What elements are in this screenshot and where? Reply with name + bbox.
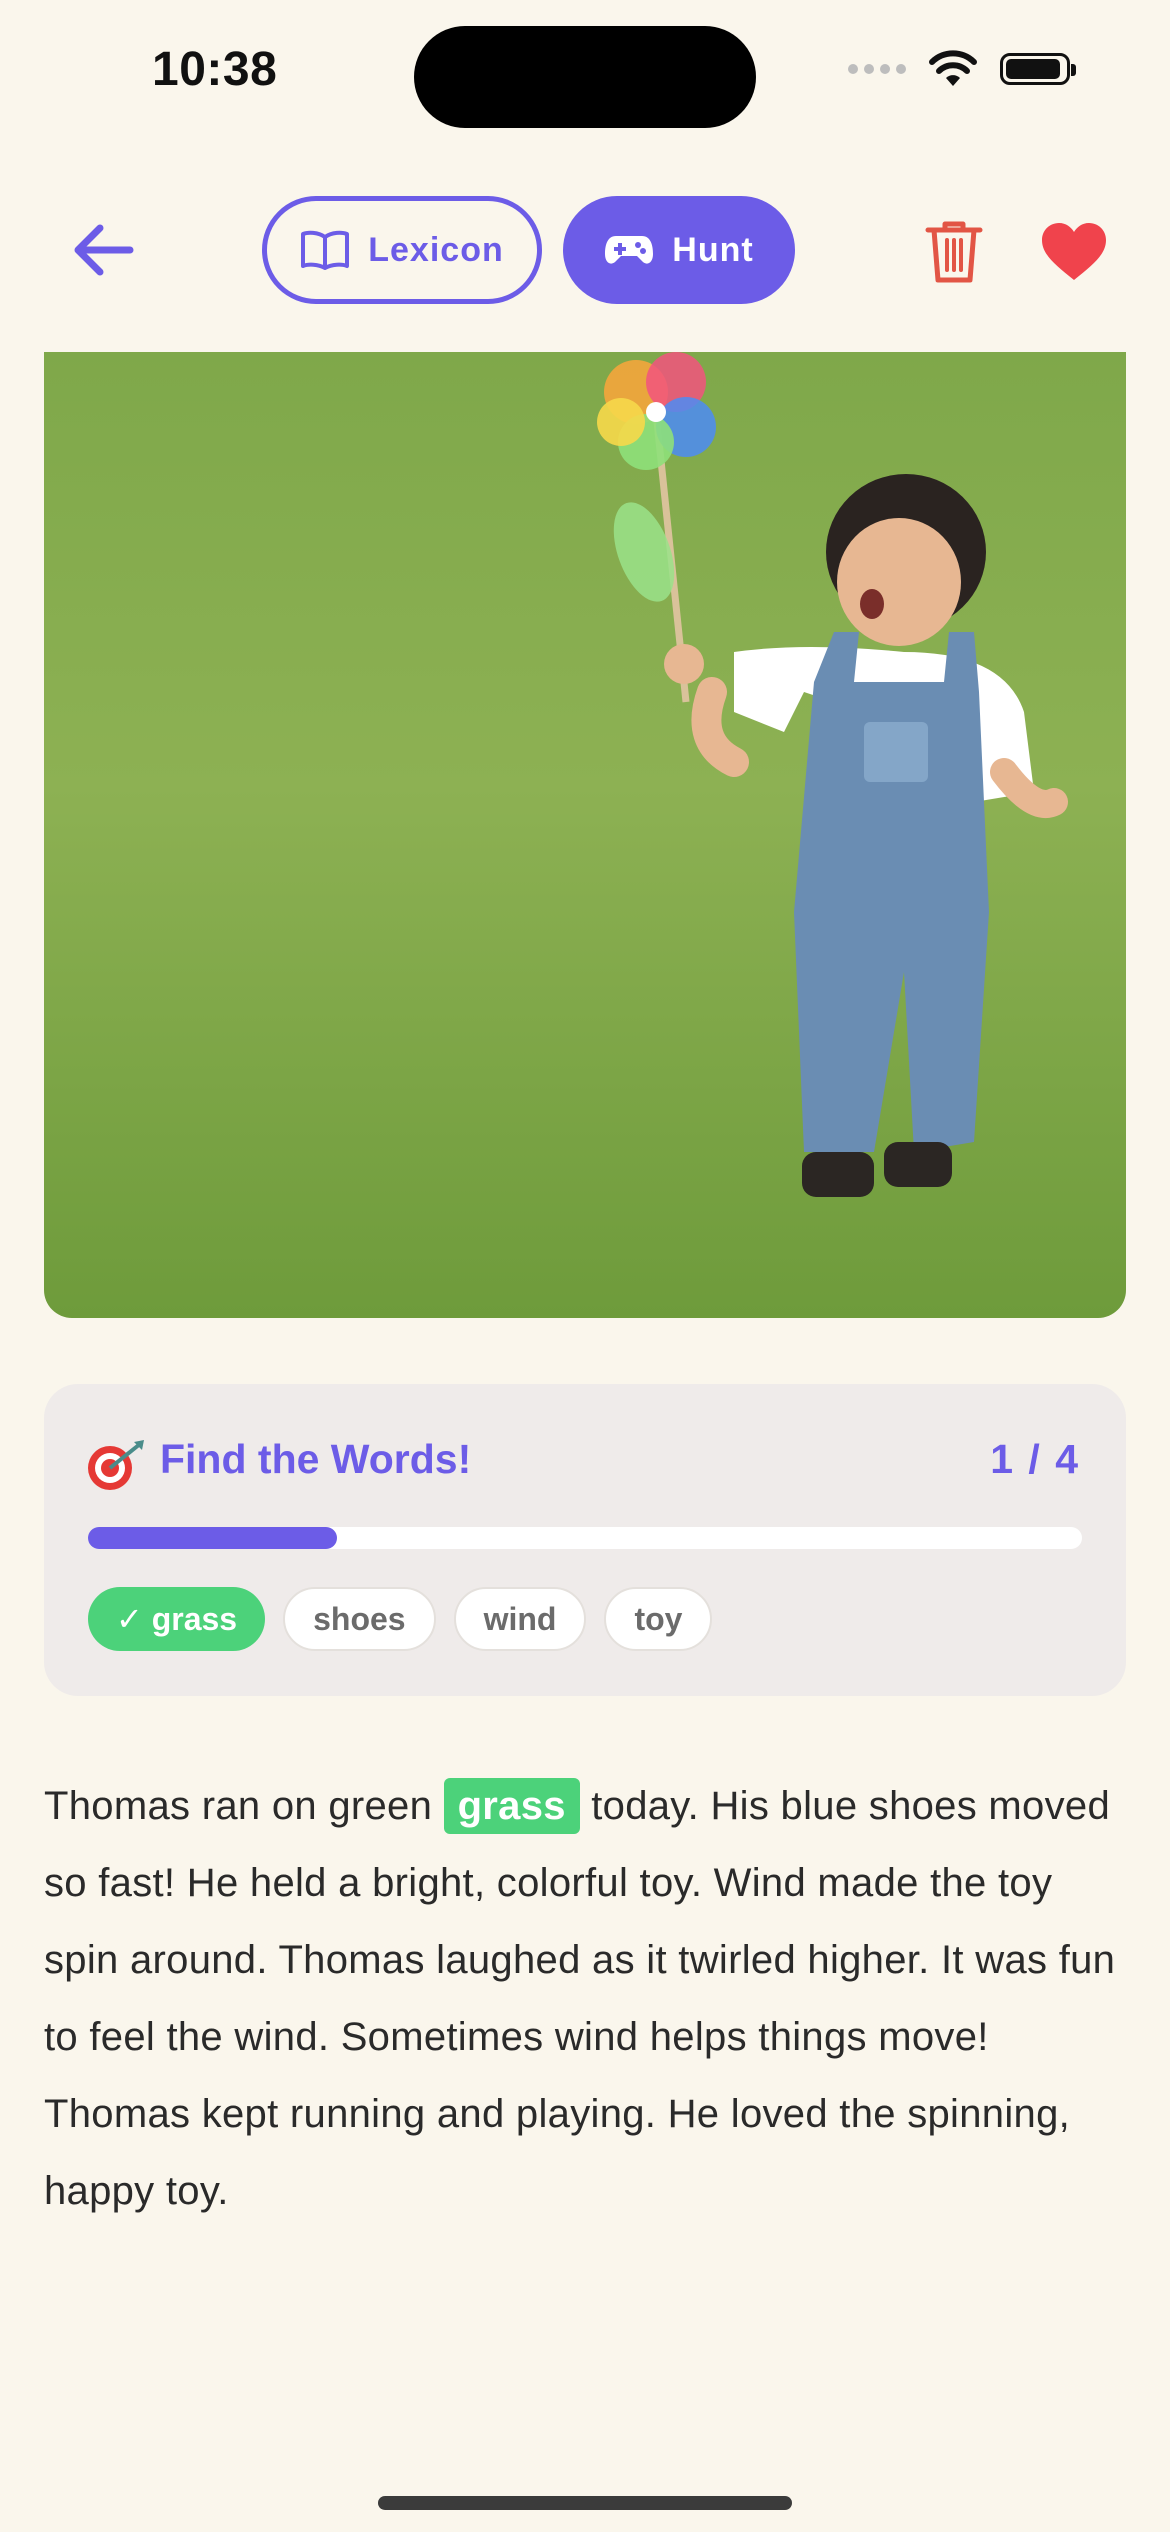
- back-arrow-icon[interactable]: [70, 220, 136, 280]
- highlighted-word[interactable]: grass: [443, 1778, 580, 1834]
- word-chip[interactable]: shoes: [283, 1587, 436, 1651]
- story-text-before: Thomas ran on green: [44, 1784, 433, 1828]
- word-chip[interactable]: wind: [453, 1587, 587, 1651]
- lexicon-tab[interactable]: Lexicon: [262, 196, 542, 304]
- story-photo: [44, 352, 1126, 1318]
- found-count: 1 / 4: [990, 1436, 1080, 1482]
- cellular-signal-icon: [848, 64, 906, 74]
- battery-icon: [1000, 53, 1076, 85]
- heart-icon[interactable]: [1040, 222, 1108, 282]
- story-text-after: today. His blue shoes moved so fast! He …: [44, 1784, 1116, 2213]
- dynamic-island: [414, 26, 756, 128]
- word-chip[interactable]: ✓ grass: [88, 1587, 266, 1651]
- word-chips: ✓ grass shoes wind toy: [88, 1587, 713, 1651]
- hunt-tab[interactable]: Hunt: [563, 196, 795, 304]
- story-text: Thomas ran on green grass today. His blu…: [44, 1768, 1124, 2230]
- status-time: 10:38: [152, 43, 278, 96]
- wifi-icon: [929, 50, 977, 86]
- hunt-tab-label: Hunt: [672, 230, 754, 269]
- dart-target-icon: [88, 1440, 144, 1490]
- gamepad-icon: [605, 236, 654, 264]
- progress-bar: [88, 1527, 1082, 1549]
- lexicon-tab-label: Lexicon: [368, 230, 504, 269]
- word-chip[interactable]: toy: [604, 1587, 713, 1651]
- book-icon: [301, 230, 350, 270]
- progress-fill: [88, 1527, 337, 1549]
- trash-icon[interactable]: [924, 218, 984, 284]
- status-icons: [848, 50, 1076, 88]
- game-title: Find the Words!: [160, 1436, 472, 1482]
- home-indicator: [378, 2496, 792, 2510]
